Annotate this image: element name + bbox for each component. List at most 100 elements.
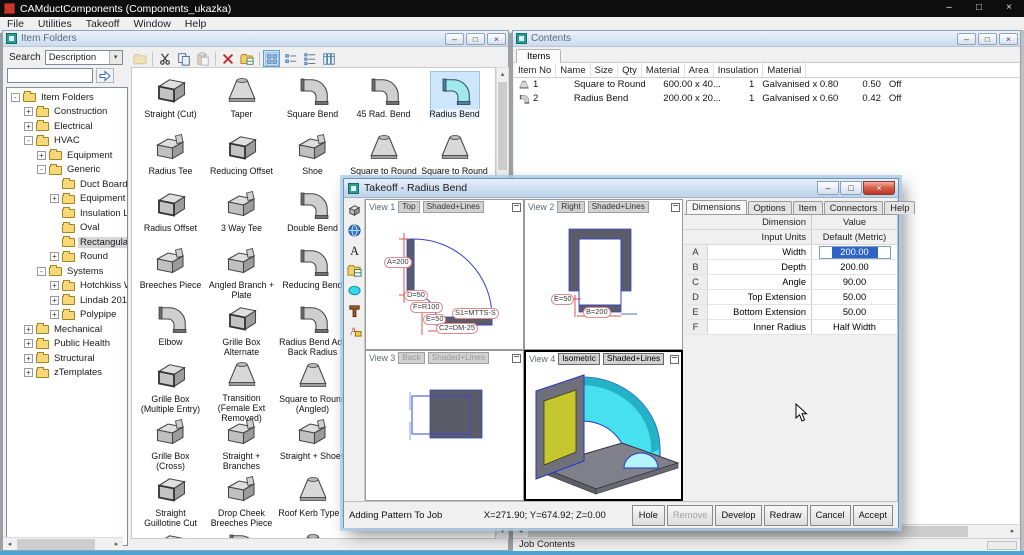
- maximize-view-icon[interactable]: [670, 354, 679, 364]
- view-3[interactable]: View 3 Back Shaded+Lines: [365, 350, 524, 501]
- chevron-down-icon[interactable]: [108, 51, 122, 64]
- component-item[interactable]: Reducing Bend: [277, 243, 348, 300]
- dimension-row[interactable]: C Angle 90.00: [684, 275, 897, 290]
- tree-expander[interactable]: +: [24, 121, 33, 131]
- dialog-button[interactable]: Accept: [852, 504, 893, 526]
- minimize-icon[interactable]: [445, 32, 464, 45]
- tree-item[interactable]: Insulation Lagging: [7, 206, 127, 221]
- takeoff-tool-button[interactable]: [346, 241, 364, 259]
- column-header[interactable]: Name: [556, 63, 591, 77]
- tree-expander[interactable]: +: [50, 281, 59, 291]
- projection-badge[interactable]: Back: [398, 352, 425, 364]
- component-item[interactable]: Breeches Piece: [135, 243, 206, 300]
- toolbar-button[interactable]: [238, 50, 255, 67]
- tree-expander[interactable]: [50, 223, 59, 232]
- tree-item[interactable]: Oval: [7, 221, 127, 236]
- takeoff-tab[interactable]: Item: [792, 201, 823, 214]
- tree-item[interactable]: - Systems: [7, 264, 127, 279]
- takeoff-tool-button[interactable]: [346, 321, 364, 339]
- tree-horizontal-scrollbar[interactable]: [3, 537, 123, 550]
- takeoff-tab[interactable]: Connectors: [823, 201, 884, 214]
- takeoff-tool-button[interactable]: [346, 221, 364, 239]
- component-item[interactable]: Grille Box (Multiple Entry): [135, 357, 206, 414]
- toolbar-button[interactable]: [213, 50, 217, 67]
- component-item[interactable]: 45 Rad. Bend: [348, 72, 419, 129]
- tab-items[interactable]: Items: [516, 49, 562, 63]
- tree-expander[interactable]: +: [24, 324, 33, 334]
- takeoff-tool-button[interactable]: [346, 261, 364, 279]
- component-item[interactable]: Radius Offset: [135, 186, 206, 243]
- component-item[interactable]: Elbow: [135, 300, 206, 357]
- close-icon[interactable]: [487, 32, 506, 45]
- scroll-right-icon[interactable]: [110, 538, 123, 551]
- tree-expander[interactable]: +: [50, 295, 59, 305]
- maximize-view-icon[interactable]: [512, 353, 521, 363]
- tree-item[interactable]: + Round: [7, 250, 127, 265]
- column-header[interactable]: Insulation: [714, 63, 764, 77]
- close-icon[interactable]: [863, 181, 895, 195]
- component-item[interactable]: Transition (Female Ext Removed): [206, 357, 277, 423]
- toolbar-button[interactable]: [301, 50, 318, 67]
- component-item[interactable]: Square to Round (Angled): [277, 357, 348, 414]
- tree-item[interactable]: - Generic: [7, 163, 127, 178]
- dimension-value-field[interactable]: 200.00: [811, 245, 897, 259]
- tree-expander[interactable]: -: [11, 92, 20, 102]
- toolbar-button[interactable]: [263, 50, 280, 67]
- view-2[interactable]: View 2 Right Shaded+Lines E=50 B=200: [524, 199, 683, 350]
- takeoff-tab[interactable]: Options: [747, 201, 792, 214]
- component-item[interactable]: Grille Box Alternate: [206, 300, 277, 357]
- restore-icon[interactable]: [978, 32, 997, 45]
- render-mode-badge[interactable]: Shaded+Lines: [587, 201, 649, 213]
- tree-expander[interactable]: [50, 180, 59, 189]
- tree-expander[interactable]: -: [37, 165, 46, 175]
- search-go-button[interactable]: [96, 68, 114, 83]
- column-header[interactable]: Qty: [618, 63, 642, 77]
- column-header[interactable]: Area: [685, 63, 714, 77]
- dimension-row[interactable]: B Depth 200.00: [684, 260, 897, 275]
- takeoff-tool-button[interactable]: [346, 281, 364, 299]
- minimize-icon[interactable]: [934, 0, 964, 17]
- tree-expander[interactable]: -: [37, 266, 46, 276]
- item-folders-titlebar[interactable]: Item Folders: [3, 31, 508, 47]
- restore-icon[interactable]: [964, 0, 994, 17]
- view-1-canvas[interactable]: A=200 D=50 F=R100 E=50 S1=MTTS-S C2=DM-2…: [366, 213, 523, 349]
- toolbar-button[interactable]: [219, 50, 236, 67]
- component-item[interactable]: Straight (Cut): [135, 72, 206, 129]
- dimension-value-field[interactable]: 90.00: [811, 275, 897, 289]
- minimize-icon[interactable]: [817, 181, 839, 195]
- projection-badge[interactable]: Top: [398, 201, 420, 213]
- projection-badge[interactable]: Isometric: [558, 353, 600, 365]
- component-item[interactable]: Drop Cheek Breeches Piece: [206, 471, 277, 528]
- tree-item[interactable]: + Structural: [7, 351, 127, 366]
- search-mode-select[interactable]: Description: [44, 50, 123, 65]
- dialog-button[interactable]: Hole: [631, 504, 665, 526]
- tree-expander[interactable]: +: [37, 150, 46, 160]
- dialog-button[interactable]: Remove: [666, 504, 714, 526]
- view-1[interactable]: View 1 Top Shaded+Lines A=200 D=50 F=R10…: [365, 199, 524, 350]
- component-item[interactable]: Square Bend: [277, 72, 348, 129]
- tree-expander[interactable]: +: [50, 252, 59, 262]
- scroll-left-icon[interactable]: [3, 538, 16, 551]
- render-mode-badge[interactable]: Shaded+Lines: [602, 353, 665, 365]
- toolbar-button[interactable]: [175, 50, 192, 67]
- restore-icon[interactable]: [466, 32, 485, 45]
- tree-expander[interactable]: +: [24, 339, 33, 349]
- contents-titlebar[interactable]: Contents: [513, 31, 1020, 47]
- table-row[interactable]: 1 Square to Round 600.00 x 40... 1 Galva…: [514, 78, 1019, 92]
- render-mode-badge[interactable]: Shaded+Lines: [427, 352, 489, 364]
- component-item[interactable]: Straight + Shoes: [277, 414, 348, 471]
- dialog-button[interactable]: Redraw: [763, 504, 808, 526]
- view-3-canvas[interactable]: [366, 364, 523, 500]
- tree-item[interactable]: + Mechanical: [7, 322, 127, 337]
- tree-item[interactable]: + Lindab 2010: [7, 293, 127, 308]
- toolbar-button[interactable]: [131, 50, 148, 67]
- takeoff-titlebar[interactable]: Takeoff - Radius Bend: [344, 179, 898, 198]
- dimension-row[interactable]: D Top Extension 50.00: [684, 290, 897, 305]
- tree-item[interactable]: + Construction: [7, 105, 127, 120]
- component-item[interactable]: Grille Box (Cross): [135, 414, 206, 471]
- tree-expander[interactable]: [50, 209, 59, 218]
- projection-badge[interactable]: Right: [557, 201, 585, 213]
- tree-item[interactable]: Rectangular: [7, 235, 127, 250]
- toolbar-button[interactable]: [150, 50, 154, 67]
- takeoff-tab[interactable]: Dimensions: [686, 200, 747, 214]
